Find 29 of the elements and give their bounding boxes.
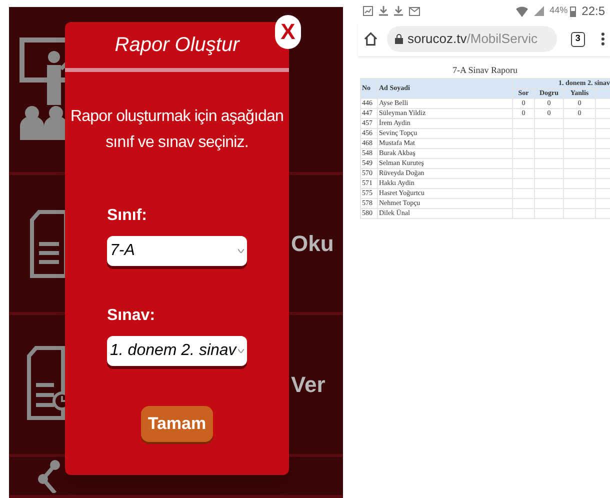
more-menu-icon[interactable] [601, 32, 605, 46]
select-field[interactable]: 1. donem 2. sinav [107, 336, 247, 366]
ok-button[interactable]: Tamam [141, 406, 213, 442]
mail-icon [409, 6, 420, 16]
image-icon [363, 6, 373, 16]
field-label: Sınıf: [107, 206, 148, 226]
wifi-icon [516, 6, 528, 16]
caret-icon [238, 249, 244, 253]
share-icon [37, 459, 61, 493]
report-title: 7-A Sinav Raporu [452, 64, 518, 77]
home-icon[interactable] [363, 31, 378, 47]
battery-icon [570, 6, 576, 16]
address-bar[interactable]: sorucoz.tv/MobilServic [386, 26, 557, 52]
close-button[interactable]: X [275, 15, 301, 49]
select-field[interactable]: 7-A [107, 236, 247, 266]
field-label: Sınav: [107, 306, 156, 326]
menu-label[interactable]: Oku [291, 227, 334, 260]
lock-icon [394, 34, 402, 44]
download-icon [394, 6, 403, 16]
url-text: sorucoz.tv/MobilServic [408, 30, 538, 48]
signal-icon [534, 6, 544, 16]
clock-time: 22:5 [582, 3, 605, 20]
tab-count-button[interactable]: 3 [570, 32, 586, 46]
download-icon [379, 6, 388, 16]
dialog-title: Rapor Oluştur [114, 33, 240, 58]
caret-icon [238, 349, 244, 353]
dialog-message: Rapor oluşturmak için aşağıdan sınıf ve sınav seçiniz. [69, 107, 284, 153]
menu-label[interactable]: Ver [291, 368, 326, 401]
battery-percent: 44% [550, 4, 568, 18]
